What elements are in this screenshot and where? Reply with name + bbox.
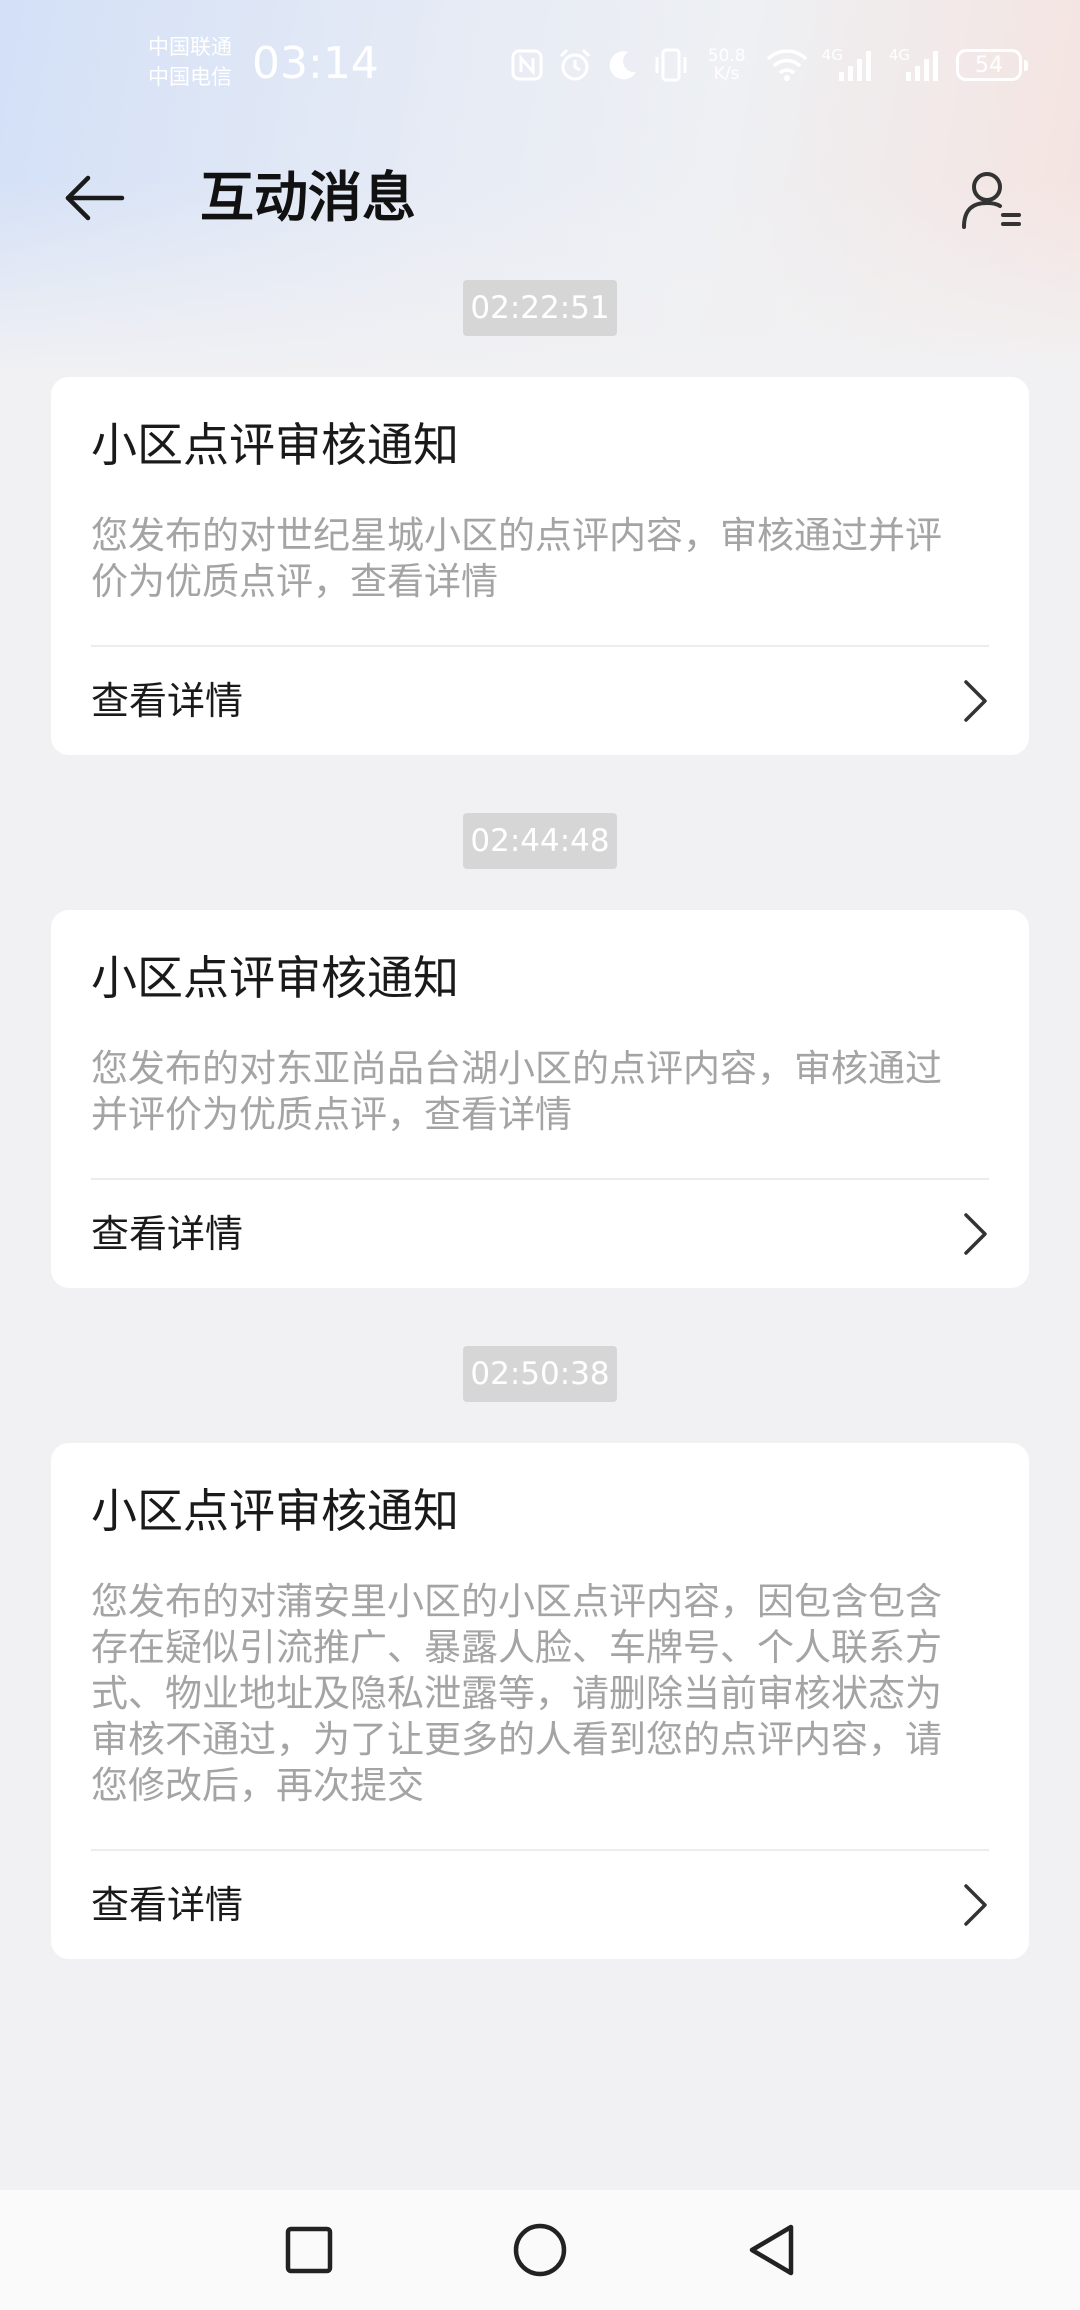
triangle-back-icon [749, 2224, 794, 2276]
net-speed-unit: K/s [713, 64, 740, 84]
message-body-line: 并评价为优质点评，查看详情 [91, 1093, 572, 1136]
view-details-label: 查看详情 [91, 1883, 244, 1927]
view-details-button[interactable]: 查看详情 [51, 1180, 1029, 1288]
view-details-button[interactable]: 查看详情 [51, 1851, 1029, 1959]
net-speed-value: 50.8 [707, 46, 746, 66]
message-timestamp: 02:50:38 [463, 1346, 617, 1402]
app-header: 互动消息 [0, 148, 1080, 248]
carrier-2: 中国电信 [148, 65, 232, 89]
view-details-button[interactable]: 查看详情 [51, 647, 1029, 755]
message-body-line: 式、物业地址及隐私泄露等，请删除当前审核状态为 [91, 1672, 942, 1715]
message-title: 小区点评审核通知 [91, 951, 459, 1005]
vibrate-icon [652, 47, 690, 83]
moon-icon [606, 48, 640, 82]
wifi-icon [764, 47, 810, 83]
battery-icon: 54 [956, 49, 1028, 81]
signal-2-label: 4G [888, 46, 910, 64]
nfc-icon [510, 48, 544, 82]
system-nav-bar [0, 2190, 1080, 2310]
view-details-label: 查看详情 [91, 1212, 244, 1256]
view-details-label: 查看详情 [91, 679, 244, 723]
alarm-icon [556, 46, 594, 84]
page-title: 互动消息 [200, 166, 416, 229]
message-body: 您发布的对蒲安里小区的小区点评内容，因包含包含 存在疑似引流推广、暴露人脸、车牌… [91, 1579, 991, 1809]
status-time: 03:14 [252, 38, 379, 89]
message-body-line: 您发布的对东亚尚品台湖小区的点评内容，审核通过 [91, 1047, 942, 1090]
message-body: 您发布的对东亚尚品台湖小区的点评内容，审核通过 并评价为优质点评，查看详情 [91, 1046, 991, 1138]
signal-icon: 4G [821, 46, 877, 82]
message-body-line: 您发布的对世纪星城小区的点评内容，审核通过并评 [91, 514, 942, 557]
chevron-right-icon [955, 1210, 995, 1258]
message-card: 小区点评审核通知 您发布的对东亚尚品台湖小区的点评内容，审核通过 并评价为优质点… [51, 910, 1029, 1288]
message-title: 小区点评审核通知 [91, 418, 459, 472]
message-title: 小区点评审核通知 [91, 1484, 459, 1538]
message-timestamp: 02:22:51 [463, 280, 617, 336]
signal-icon: 4G [888, 46, 944, 82]
status-icons: 50.8 K/s 4G 4G 54 [510, 42, 1028, 88]
message-body-line: 存在疑似引流推广、暴露人脸、车牌号、个人联系方 [91, 1626, 942, 1669]
status-bar: 中国联通 中国电信 03:14 50.8 K/s 4G 4G 54 [0, 0, 1080, 120]
battery-level: 54 [975, 52, 1003, 78]
home-button[interactable] [508, 2218, 572, 2282]
message-card: 小区点评审核通知 您发布的对蒲安里小区的小区点评内容，因包含包含 存在疑似引流推… [51, 1443, 1029, 1959]
chevron-right-icon [955, 677, 995, 725]
message-timestamp: 02:44:48 [463, 813, 617, 869]
square-icon [285, 2226, 333, 2274]
carrier-names: 中国联通 中国电信 [148, 32, 232, 92]
profile-button[interactable] [952, 160, 1032, 240]
arrow-left-icon [65, 175, 125, 221]
circle-icon [513, 2223, 567, 2277]
net-speed: 50.8 K/s [702, 47, 752, 83]
message-body-line: 您修改后，再次提交 [91, 1764, 424, 1807]
message-body-line: 价为优质点评，查看详情 [91, 560, 498, 603]
back-button[interactable] [60, 163, 130, 233]
message-body: 您发布的对世纪星城小区的点评内容，审核通过并评 价为优质点评，查看详情 [91, 513, 991, 605]
carrier-1: 中国联通 [148, 35, 232, 59]
message-body-line: 审核不通过，为了让更多的人看到您的点评内容，请 [91, 1718, 942, 1761]
signal-1-label: 4G [821, 46, 843, 64]
message-card: 小区点评审核通知 您发布的对世纪星城小区的点评内容，审核通过并评 价为优质点评，… [51, 377, 1029, 755]
user-list-icon [962, 172, 1021, 229]
back-nav-button[interactable] [740, 2218, 804, 2282]
message-body-line: 您发布的对蒲安里小区的小区点评内容，因包含包含 [91, 1580, 942, 1623]
recent-apps-button[interactable] [277, 2218, 341, 2282]
chevron-right-icon [955, 1881, 995, 1929]
